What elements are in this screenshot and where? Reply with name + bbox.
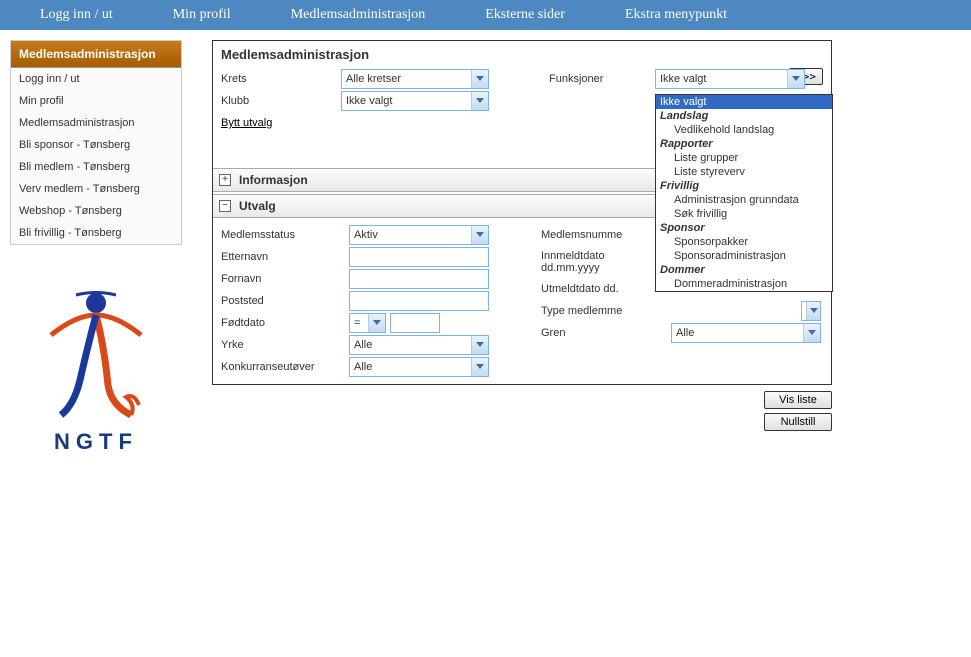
gren-select[interactable]: Alle (671, 323, 821, 343)
funksjoner-value: Ikke valgt (660, 73, 706, 85)
panel-title: Medlemsadministrasjon (213, 41, 831, 64)
topnav-item[interactable]: Ekstra menypunkt (625, 7, 727, 23)
klubb-select[interactable]: Ikke valgt (341, 91, 489, 111)
dropdown-item[interactable]: Vedlikehold landslag (656, 123, 832, 137)
sidebar-item[interactable]: Webshop - Tønsberg (11, 200, 181, 222)
dropdown-item[interactable]: Sponsoradministrasjon (656, 249, 832, 263)
dropdown-group: Dommer (656, 263, 832, 277)
fodtdato-label: Fødtdato (221, 317, 349, 329)
topnav-item[interactable]: Logg inn / ut (40, 7, 113, 23)
topnav-item[interactable]: Eksterne sider (485, 7, 565, 23)
dropdown-group: Frivillig (656, 179, 832, 193)
sidebar-header: Medlemsadministrasjon (11, 41, 181, 68)
poststed-label: Poststed (221, 295, 349, 307)
krets-label: Krets (221, 68, 341, 90)
chevron-down-icon (471, 92, 488, 110)
sidebar-item[interactable]: Bli sponsor - Tønsberg (11, 134, 181, 156)
krets-value: Alle kretser (346, 73, 401, 85)
poststed-input[interactable] (349, 291, 489, 311)
krets-select[interactable]: Alle kretser (341, 69, 489, 89)
fornavn-label: Fornavn (221, 273, 349, 285)
dropdown-group: Landslag (656, 109, 832, 123)
utmeldt-label: Utmeldtdato dd. (541, 283, 641, 295)
topnav-item[interactable]: Medlemsadministrasjon (291, 7, 426, 23)
bytt-utvalg-link[interactable]: Bytt utvalg (221, 117, 272, 129)
funksjoner-label: Funksjoner (549, 68, 655, 90)
yrke-select[interactable]: Alle (349, 335, 489, 355)
dropdown-item[interactable]: Sponsorpakker (656, 235, 832, 249)
klubb-label: Klubb (221, 90, 341, 112)
medlemsstatus-select[interactable]: Aktiv (349, 225, 489, 245)
section-title: Informasjon (239, 173, 308, 187)
fornavn-input[interactable] (349, 269, 489, 289)
type-medlem-select[interactable] (801, 301, 821, 321)
topnav-item[interactable]: Min profil (173, 7, 231, 23)
sidebar: Medlemsadministrasjon Logg inn / ut Min … (10, 40, 182, 245)
dropdown-item[interactable]: Dommeradministrasjon (656, 277, 832, 291)
konkurranse-label: Konkurranseutøver (221, 361, 349, 373)
fodtdato-op: = (354, 317, 360, 329)
dropdown-item[interactable]: Administrasjon grunndata (656, 193, 832, 207)
chevron-down-icon (471, 336, 488, 354)
logo-text: NGTF (54, 429, 138, 455)
klubb-value: Ikke valgt (346, 95, 392, 107)
innmeldt-label: Innmeldtdato dd.mm.yyyy (541, 250, 641, 274)
chevron-down-icon (806, 302, 820, 320)
type-medlem-label: Type medlemme (541, 305, 641, 317)
sidebar-wrapper: Medlemsadministrasjon Logg inn / ut Min … (10, 40, 212, 455)
chevron-down-icon (803, 324, 820, 342)
dropdown-item[interactable]: Liste styreverv (656, 165, 832, 179)
gren-value: Alle (676, 327, 694, 339)
funksjoner-dropdown: Ikke valgt Landslag Vedlikehold landslag… (655, 94, 833, 292)
main: Medlemsadministrasjon >>> Krets Klubb By… (212, 40, 832, 455)
gren-label: Gren (541, 327, 641, 339)
logo-figure-icon (36, 285, 156, 425)
yrke-label: Yrke (221, 339, 349, 351)
chevron-down-icon (471, 358, 488, 376)
sidebar-item[interactable]: Bli medlem - Tønsberg (11, 156, 181, 178)
panel: Medlemsadministrasjon >>> Krets Klubb By… (212, 40, 832, 385)
dropdown-item[interactable]: Søk frivillig (656, 207, 832, 221)
sidebar-item[interactable]: Medlemsadministrasjon (11, 112, 181, 134)
expand-icon[interactable]: + (219, 174, 231, 186)
fodtdato-op-select[interactable]: = (349, 313, 386, 333)
konkurranse-select[interactable]: Alle (349, 357, 489, 377)
dropdown-group: Rapporter (656, 137, 832, 151)
etternavn-input[interactable] (349, 247, 489, 267)
dropdown-item[interactable]: Liste grupper (656, 151, 832, 165)
panel-top-body: >>> Krets Klubb Bytt utvalg Alle kretser (213, 64, 831, 166)
utvalg-left: Medlemsstatus Aktiv Etternavn Fornavn (221, 224, 511, 378)
funksjoner-select[interactable]: Ikke valgt Ikke valgt Landslag Vedlikeho… (655, 69, 805, 89)
fodtdato-input[interactable] (390, 313, 440, 333)
sidebar-item[interactable]: Min profil (11, 90, 181, 112)
konkurranse-value: Alle (354, 361, 372, 373)
nullstill-button[interactable]: Nullstill (764, 413, 832, 431)
sidebar-item[interactable]: Logg inn / ut (11, 68, 181, 90)
yrke-value: Alle (354, 339, 372, 351)
medlemsnummer-label: Medlemsnumme (541, 229, 641, 241)
medlemsstatus-label: Medlemsstatus (221, 229, 349, 241)
logo: NGTF (10, 285, 182, 455)
top-nav: Logg inn / ut Min profil Medlemsadminist… (0, 0, 971, 30)
chevron-down-icon (471, 226, 488, 244)
medlemsstatus-value: Aktiv (354, 229, 378, 241)
collapse-icon[interactable]: − (219, 200, 231, 212)
chevron-down-icon (787, 70, 804, 88)
dropdown-group: Sponsor (656, 221, 832, 235)
vis-liste-button[interactable]: Vis liste (764, 391, 832, 409)
etternavn-label: Etternavn (221, 251, 349, 263)
dropdown-selected[interactable]: Ikke valgt (656, 95, 832, 109)
sidebar-item[interactable]: Bli frivillig - Tønsberg (11, 222, 181, 244)
chevron-down-icon (471, 70, 488, 88)
section-title: Utvalg (239, 199, 276, 213)
chevron-down-icon (368, 314, 385, 332)
sidebar-item[interactable]: Verv medlem - Tønsberg (11, 178, 181, 200)
